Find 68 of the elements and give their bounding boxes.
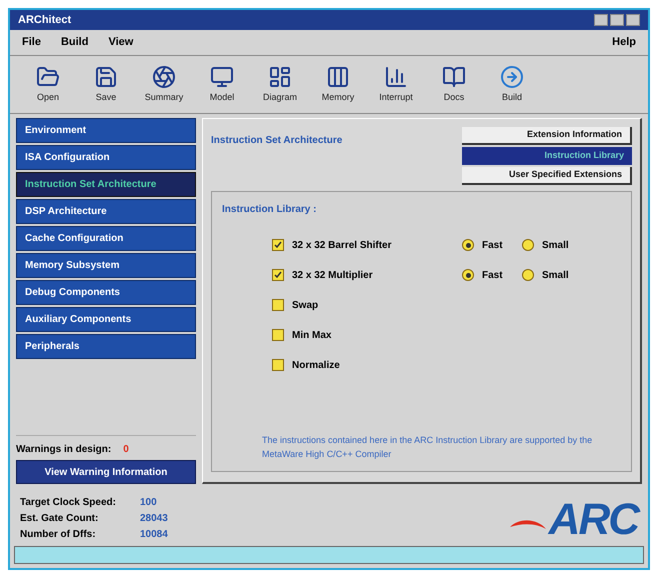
- minimize-button[interactable]: [594, 14, 608, 26]
- sidebar-item[interactable]: ISA Configuration: [16, 145, 196, 170]
- columns-icon: [326, 64, 350, 89]
- panel-tab[interactable]: Extension Information: [462, 127, 632, 145]
- bar-chart-icon: [384, 64, 408, 89]
- checkbox[interactable]: [272, 239, 284, 251]
- sidebar-item[interactable]: DSP Architecture: [16, 199, 196, 224]
- toolbar-button[interactable]: Summary: [138, 64, 190, 104]
- aperture-icon: [152, 64, 176, 89]
- panel-tab[interactable]: User Specified Extensions: [462, 167, 632, 185]
- view-warnings-button[interactable]: View Warning Information: [16, 460, 196, 484]
- toolbar-button[interactable]: Open: [22, 64, 74, 104]
- radio-label: Fast: [482, 238, 503, 252]
- menu-item[interactable]: File: [22, 34, 41, 51]
- panel-title: Instruction Set Architecture: [211, 134, 342, 148]
- option-label: 32 x 32 Barrel Shifter: [292, 238, 392, 252]
- menu-item[interactable]: View: [108, 34, 134, 51]
- menu-item[interactable]: Help: [612, 34, 636, 51]
- logo: ARC: [548, 498, 638, 542]
- window-title: ARChitect: [18, 12, 72, 28]
- checkbox[interactable]: [272, 359, 284, 371]
- toolbar-button[interactable]: Model: [196, 64, 248, 104]
- toolbar-button[interactable]: Docs: [428, 64, 480, 104]
- close-button[interactable]: [626, 14, 640, 26]
- sidebar-item[interactable]: Debug Components: [16, 280, 196, 305]
- checkbox[interactable]: [272, 269, 284, 281]
- stat-value: 100: [140, 496, 158, 510]
- radio-button[interactable]: [462, 269, 474, 281]
- checkbox[interactable]: [272, 299, 284, 311]
- radio-label: Fast: [482, 268, 503, 282]
- sidebar-item[interactable]: Memory Subsystem: [16, 253, 196, 278]
- sidebar-item[interactable]: Environment: [16, 118, 196, 143]
- stat-label: Est. Gate Count:: [20, 512, 100, 526]
- stat-label: Number of Dffs:: [20, 528, 97, 542]
- checkbox[interactable]: [272, 329, 284, 341]
- radio-label: Small: [542, 268, 569, 282]
- arrow-right-icon: [500, 64, 524, 89]
- radio-button[interactable]: [522, 269, 534, 281]
- maximize-button[interactable]: [610, 14, 624, 26]
- sidebar-item[interactable]: Cache Configuration: [16, 226, 196, 251]
- toolbar-button[interactable]: Diagram: [254, 64, 306, 104]
- book-icon: [442, 64, 466, 89]
- menu-item[interactable]: Build: [60, 34, 88, 51]
- radio-button[interactable]: [522, 239, 534, 251]
- monitor-icon: [210, 64, 234, 89]
- radio-label: Small: [542, 238, 569, 252]
- option-label: 32 x 32 Multiplier: [292, 268, 373, 282]
- toolbar-button[interactable]: Interrupt: [370, 64, 422, 104]
- warnings-label: Warnings in design:: [16, 443, 112, 457]
- radio-button[interactable]: [462, 239, 474, 251]
- option-label: Normalize: [292, 358, 340, 372]
- stat-label: Target Clock Speed:: [20, 496, 117, 510]
- toolbar-button[interactable]: Memory: [312, 64, 364, 104]
- diagram-icon: [268, 64, 292, 89]
- option-label: Swap: [292, 298, 318, 312]
- sidebar-item[interactable]: Instruction Set Architecture: [16, 172, 196, 197]
- folder-icon: [36, 64, 60, 89]
- stat-value: 28043: [140, 512, 169, 526]
- toolbar-button[interactable]: Build: [486, 64, 538, 104]
- note-text: The instructions contained here in the ARC Instruction Library are supported by the MetaWare High C/C++ Compiler: [261, 434, 594, 461]
- sidebar-item[interactable]: Auxiliary Components: [16, 307, 196, 332]
- group-title: Instruction Library :: [222, 203, 318, 217]
- stat-value: 10084: [140, 528, 169, 542]
- sidebar-item[interactable]: Peripherals: [16, 334, 196, 359]
- warnings-count: 0: [123, 443, 129, 457]
- toolbar-button[interactable]: Save: [80, 64, 132, 104]
- option-label: Min Max: [292, 328, 332, 342]
- panel-tab[interactable]: Instruction Library: [462, 147, 632, 165]
